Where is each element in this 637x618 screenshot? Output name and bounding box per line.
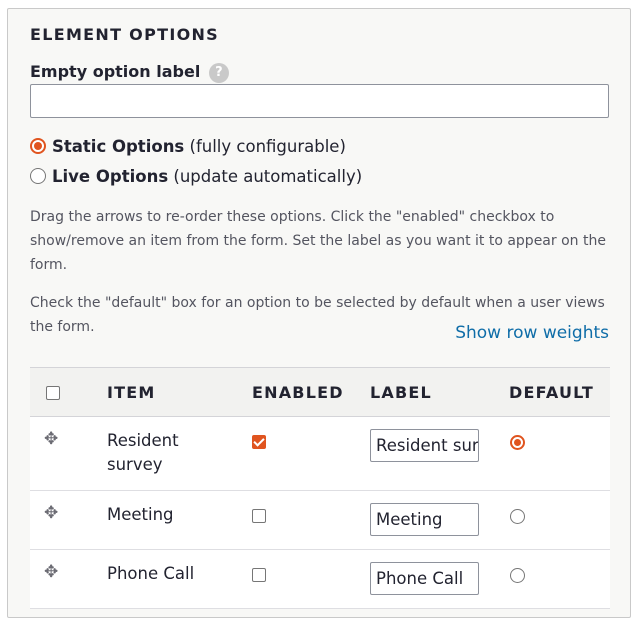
drag-help-text: Drag the arrows to re-order these option…: [30, 209, 606, 273]
table-row: ✥ Phone Call Phone Call: [30, 550, 610, 609]
row-enabled-checkbox[interactable]: [252, 435, 266, 449]
table-row: ✥ Meeting Meeting: [30, 491, 610, 550]
element-options-panel: ELEMENT OPTIONS Empty option label ? Sta…: [7, 8, 631, 618]
table-header: ITEM ENABLED LABEL DEFAULT: [30, 367, 610, 417]
select-all-checkbox[interactable]: [46, 386, 60, 400]
row-enabled-checkbox[interactable]: [252, 568, 266, 582]
live-options-radio-row[interactable]: Live Options (update automatically): [30, 167, 362, 186]
static-options-note: (fully configurable): [189, 137, 346, 156]
static-options-label: Static Options: [52, 137, 185, 156]
live-options-radio[interactable]: [30, 168, 46, 184]
row-default-radio[interactable]: [510, 435, 525, 450]
static-options-radio[interactable]: [30, 138, 46, 154]
help-icon[interactable]: ?: [208, 63, 229, 83]
static-options-radio-row[interactable]: Static Options (fully configurable): [30, 137, 346, 156]
row-default-radio[interactable]: [510, 509, 525, 524]
row-item-text: Phone Call: [107, 564, 195, 583]
empty-option-label: Empty option label ?: [30, 62, 229, 83]
drag-handle-icon[interactable]: ✥: [44, 562, 58, 582]
section-title: ELEMENT OPTIONS: [30, 25, 219, 44]
row-default-radio[interactable]: [510, 568, 525, 583]
row-item-text: Meeting: [107, 505, 174, 524]
drag-handle-icon[interactable]: ✥: [44, 429, 58, 449]
empty-option-label-text: Empty option label: [30, 62, 201, 81]
live-options-label: Live Options: [52, 167, 169, 186]
header-default: DEFAULT: [509, 383, 595, 402]
options-table: ITEM ENABLED LABEL DEFAULT ✥ Resident su…: [30, 367, 610, 609]
row-enabled-checkbox[interactable]: [252, 509, 266, 523]
empty-option-input[interactable]: [30, 84, 609, 118]
row-item-text: Resident survey: [107, 431, 179, 474]
header-enabled: ENABLED: [252, 383, 344, 402]
row-label-input[interactable]: Phone Call: [370, 562, 479, 595]
row-label-input[interactable]: Meeting: [370, 503, 479, 536]
header-label: LABEL: [370, 383, 432, 402]
table-row: ✥ Resident survey Resident survey: [30, 417, 610, 491]
show-row-weights-link[interactable]: Show row weights: [455, 323, 609, 343]
drag-handle-icon[interactable]: ✥: [44, 503, 58, 523]
live-options-note: (update automatically): [173, 167, 363, 186]
row-label-input[interactable]: Resident survey: [370, 429, 479, 462]
header-item: ITEM: [107, 383, 156, 402]
